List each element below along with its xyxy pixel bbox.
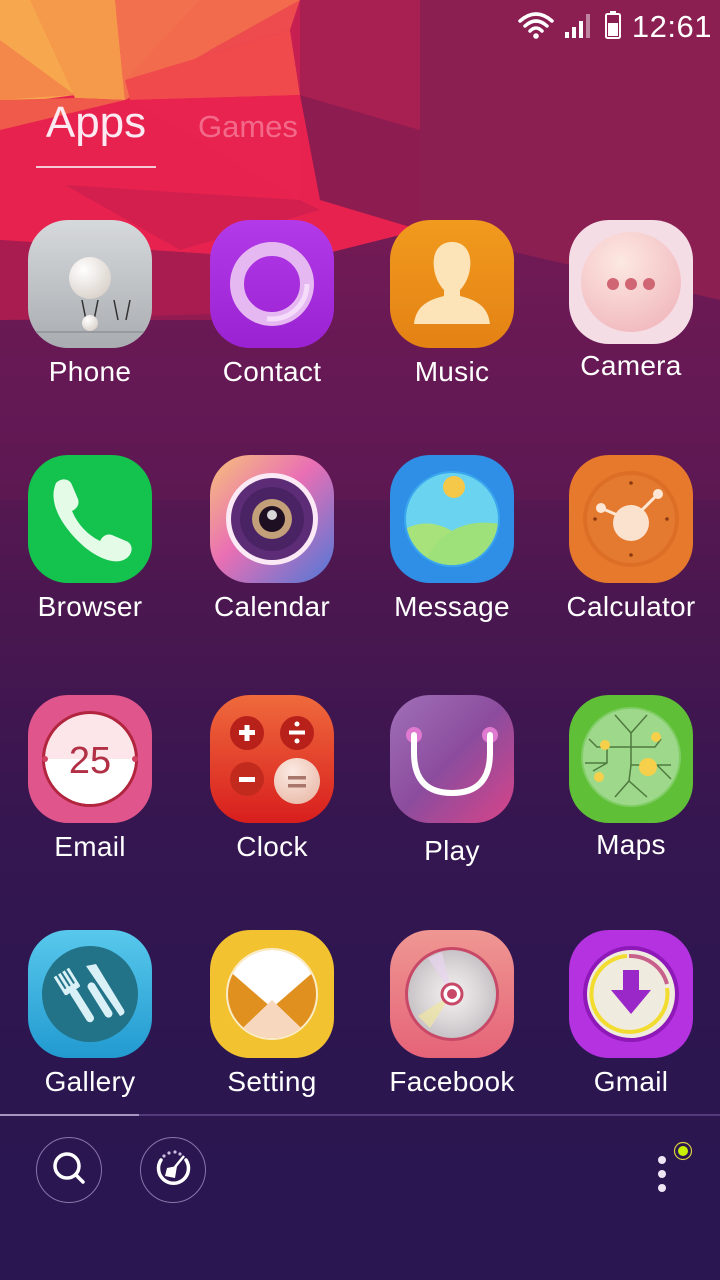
app-email[interactable]: 25 Email	[0, 693, 180, 863]
more-menu-button[interactable]	[640, 1140, 693, 1200]
app-phone[interactable]: Phone	[0, 218, 180, 388]
app-setting[interactable]: Setting	[182, 928, 362, 1098]
app-label: Clock	[236, 831, 308, 862]
shopping-bag-icon	[388, 693, 516, 825]
battery-icon	[604, 10, 622, 44]
app-music[interactable]: Music	[362, 218, 542, 388]
search-button[interactable]	[36, 1137, 102, 1203]
app-label: Contact	[222, 356, 322, 387]
app-label: Calculator	[566, 591, 696, 622]
phone-handset-icon	[26, 453, 154, 585]
calculator-icon	[208, 693, 336, 825]
app-calendar[interactable]: Calendar	[182, 453, 362, 623]
app-calculator[interactable]: Calculator	[541, 453, 720, 623]
circuit-map-icon	[567, 693, 695, 825]
broom-clean-icon	[151, 1146, 195, 1194]
app-maps[interactable]: Maps	[541, 693, 720, 861]
fork-knife-icon	[26, 928, 154, 1060]
chat-dots-icon	[567, 218, 695, 350]
app-label: Camera	[580, 350, 682, 381]
signal-icon	[564, 11, 594, 43]
person-icon	[388, 218, 516, 350]
app-facebook[interactable]: Facebook	[362, 928, 542, 1098]
clean-button[interactable]	[140, 1137, 206, 1203]
search-icon	[50, 1149, 88, 1191]
app-contact[interactable]: Contact	[182, 218, 362, 388]
app-label: Setting	[227, 1066, 317, 1097]
app-label: Message	[394, 591, 510, 622]
pendant-icon	[26, 218, 154, 350]
status-bar: 12:61	[518, 0, 720, 54]
app-gallery[interactable]: Gallery	[0, 928, 180, 1098]
app-gmail[interactable]: Gmail	[541, 928, 720, 1098]
page-indicator-active	[0, 1114, 139, 1116]
wifi-icon	[518, 11, 554, 43]
app-label: Maps	[596, 829, 666, 860]
app-clock[interactable]: Clock	[182, 693, 362, 863]
app-label: Gmail	[593, 1066, 669, 1097]
app-label: Calendar	[213, 591, 331, 622]
date-badge: 25	[69, 740, 111, 782]
tab-apps[interactable]: Apps	[36, 98, 156, 168]
app-browser[interactable]: Browser	[0, 453, 180, 623]
app-label: Email	[54, 831, 126, 862]
more-vertical-icon	[640, 1156, 690, 1204]
calendar-date-icon: 25	[26, 693, 154, 825]
app-message[interactable]: Message	[362, 453, 542, 623]
status-time: 12:61	[631, 9, 712, 44]
app-label: Phone	[48, 356, 132, 387]
app-label: Facebook	[389, 1066, 515, 1097]
app-label: Gallery	[44, 1066, 136, 1097]
camera-lens-icon	[208, 453, 336, 585]
app-label: Music	[414, 356, 490, 387]
ring-icon	[208, 218, 336, 350]
clock-dial-icon	[567, 453, 695, 585]
download-icon	[567, 928, 695, 1060]
tab-bar: Apps Games	[36, 98, 298, 168]
notification-dot-icon	[673, 1141, 693, 1165]
app-label: Browser	[37, 591, 143, 622]
disc-icon	[388, 928, 516, 1060]
landscape-icon	[388, 453, 516, 585]
app-label: Play	[424, 835, 480, 866]
tab-games[interactable]: Games	[198, 109, 298, 145]
envelope-icon	[208, 928, 336, 1060]
app-play[interactable]: Play	[362, 693, 542, 867]
app-camera[interactable]: Camera	[541, 218, 720, 382]
